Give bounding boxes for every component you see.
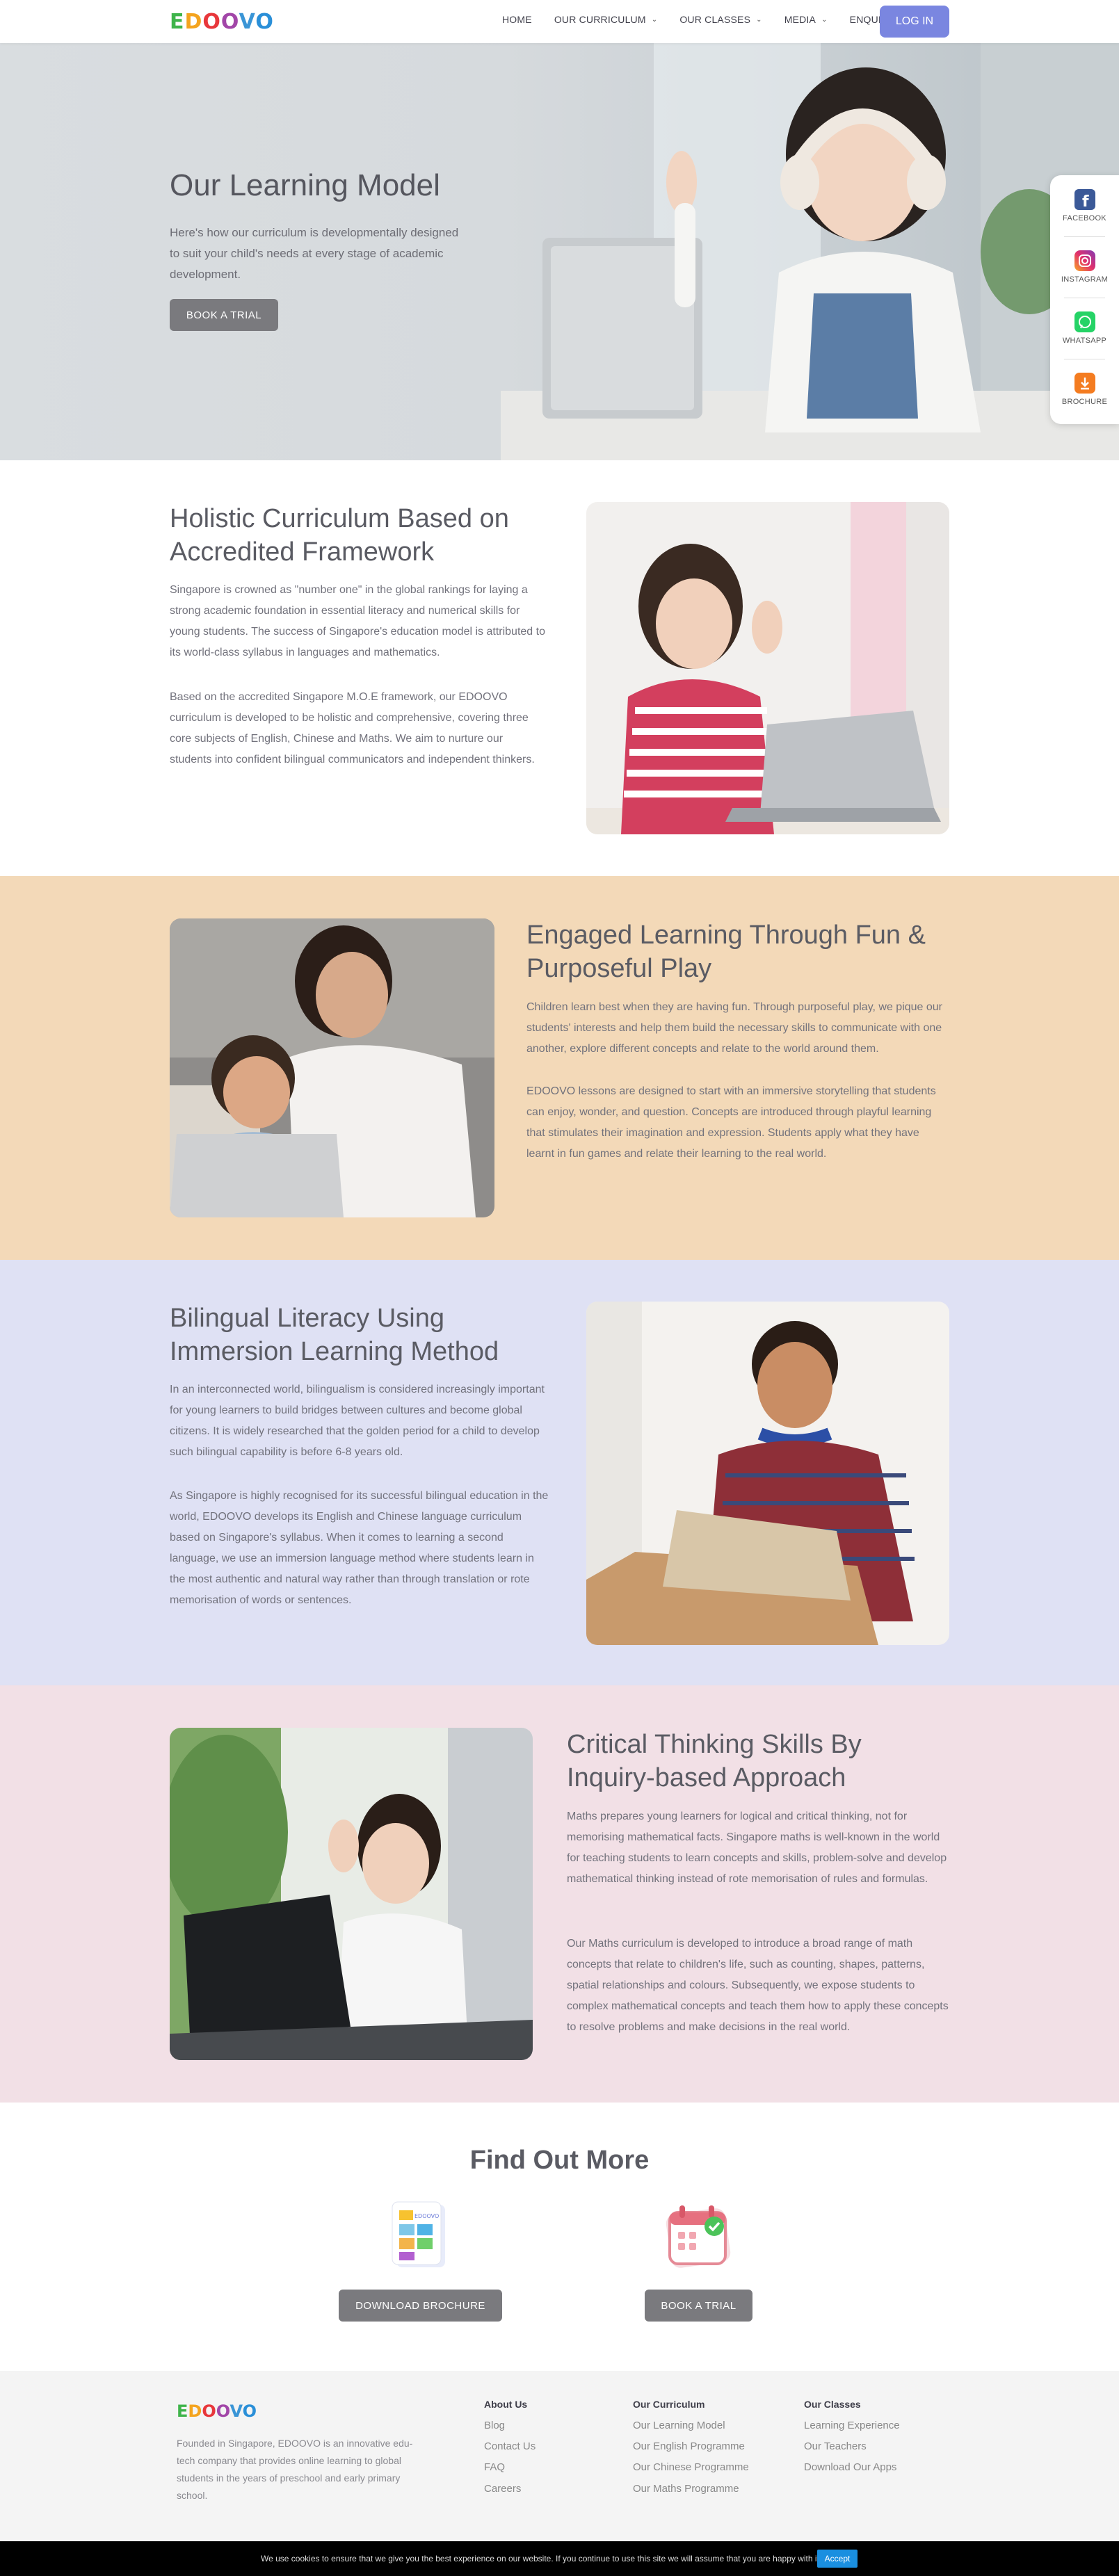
brochure-icon: EDOOVO [392,2201,445,2267]
section-title: Critical Thinking Skills By Inquiry-base… [567,1730,862,1792]
section-title: Bilingual Literacy Using Immersion Learn… [170,1304,499,1366]
site-logo[interactable]: EDOOVO [170,10,274,34]
download-icon [1074,373,1095,394]
section-paragraph: Our Maths curriculum is developed to int… [567,1938,949,2033]
whatsapp-icon [1074,311,1095,332]
section-engaged-learning: Engaged Learning Through Fun & Purposefu… [0,876,1119,1260]
whatsapp-link[interactable]: WHATSAPP [1050,299,1119,357]
chevron-down-icon: ⌄ [651,15,658,24]
nav-item-home[interactable]: HOME [502,14,532,25]
section-paragraph: Based on the accredited Singapore M.O.E … [170,691,535,765]
photo-girl-waving-with-laptop [170,1728,533,2060]
section-bilingual-literacy: Bilingual Literacy Using Immersion Learn… [0,1260,1119,1685]
cookie-text: We use cookies to ensure that we give yo… [261,2554,822,2563]
main-menu: HOME OUR CURRICULUM ⌄ OUR CLASSES ⌄ MEDIA ⌄… [502,14,928,25]
section-paragraph: Children learn best when they are having… [526,1001,943,1055]
footer-link-blog[interactable]: Blog [484,2420,505,2431]
nav-item-label: HOME [502,14,532,25]
section-holistic: Holistic Curriculum Based on Accredited … [0,460,1119,876]
footer-column-title: About Us [484,2399,528,2410]
facebook-link[interactable]: f FACEBOOK [1050,177,1119,235]
facebook-icon: f [1074,189,1095,210]
section-paragraph: Maths prepares young learners for logica… [567,1811,947,1885]
nav-item-media[interactable]: MEDIA ⌄ [784,14,828,25]
brochure-link[interactable]: BROCHURE [1050,360,1119,419]
divider [1064,236,1105,237]
nav-item-label: OUR CURRICULUM [554,14,646,25]
social-sidebar: f FACEBOOK INSTAGRAM WHATSAPP BROCHURE [1050,175,1119,424]
instagram-icon [1074,250,1095,271]
footer-link-learning-model[interactable]: Our Learning Model [633,2420,725,2431]
footer-logo[interactable]: EDOOVO [177,2401,257,2421]
footer-about-text: Founded in Singapore, EDOOVO is an innov… [177,2438,413,2501]
footer-link-contact-us[interactable]: Contact Us [484,2440,536,2452]
footer-link-chinese-programme[interactable]: Our Chinese Programme [633,2461,749,2473]
footer-link-maths-programme[interactable]: Our Maths Programme [633,2483,739,2495]
book-trial-button[interactable]: BOOK A TRIAL [645,2290,752,2322]
section-paragraph: In an interconnected world, bilingualism… [170,1384,545,1458]
site-footer: EDOOVO Founded in Singapore, EDOOVO is a… [0,2371,1119,2541]
download-brochure-button[interactable]: DOWNLOAD BROCHURE [339,2290,502,2322]
footer-link-faq[interactable]: FAQ [484,2461,505,2473]
footer-link-our-teachers[interactable]: Our Teachers [804,2440,867,2452]
section-paragraph: Singapore is crowned as "number one" in … [170,584,545,658]
footer-link-english-programme[interactable]: Our English Programme [633,2440,745,2452]
photo-mother-and-son-laptop [170,918,494,1217]
page-title: Our Learning Model [170,168,440,202]
section-critical-thinking: Critical Thinking Skills By Inquiry-base… [0,1685,1119,2103]
nav-item-our-curriculum[interactable]: OUR CURRICULUM ⌄ [554,14,658,25]
chevron-down-icon: ⌄ [756,15,762,24]
nav-item-label: OUR CLASSES [679,14,751,25]
footer-column-title: Our Classes [804,2399,861,2410]
accept-cookies-button[interactable]: Accept [817,2550,858,2568]
hero-photo-girl-with-headphones [501,43,1119,460]
section-title: Engaged Learning Through Fun & Purposefu… [526,921,926,983]
calendar-check-icon [666,2205,731,2268]
login-button[interactable]: LOG IN [880,6,949,38]
chevron-down-icon: ⌄ [821,15,828,24]
nav-item-our-classes[interactable]: OUR CLASSES ⌄ [679,14,762,25]
footer-link-learning-experience[interactable]: Learning Experience [804,2420,900,2431]
instagram-label: INSTAGRAM [1061,275,1109,284]
footer-link-careers[interactable]: Careers [484,2483,521,2495]
photo-boy-with-laptop [586,1302,949,1645]
hero-banner: Our Learning Model Here's how our curric… [0,43,1119,460]
book-trial-button[interactable]: BOOK A TRIAL [170,299,278,331]
top-navbar: EDOOVO HOME OUR CURRICULUM ⌄ OUR CLASSES ⌄… [0,0,1119,43]
whatsapp-label: WHATSAPP [1062,337,1107,345]
section-title: Holistic Curriculum Based on Accredited … [170,504,509,567]
section-paragraph: As Singapore is highly recognised for it… [170,1490,549,1606]
find-out-more-title: Find Out More [469,2146,650,2175]
svg-text:f: f [1082,193,1089,210]
nav-item-label: MEDIA [784,14,816,25]
brochure-label: BROCHURE [1061,398,1108,406]
photo-girl-waving-at-laptop [586,502,949,834]
hero-description: Here's how our curriculum is development… [170,226,459,281]
facebook-label: FACEBOOK [1063,214,1106,222]
footer-link-download-apps[interactable]: Download Our Apps [804,2461,896,2473]
brochure-icon-text: EDOOVO [414,2213,439,2219]
instagram-link[interactable]: INSTAGRAM [1050,238,1119,296]
cookie-banner: We use cookies to ensure that we give yo… [0,2541,1119,2576]
section-paragraph: EDOOVO lessons are designed to start wit… [526,1085,936,1160]
footer-column-title: Our Curriculum [633,2399,705,2410]
